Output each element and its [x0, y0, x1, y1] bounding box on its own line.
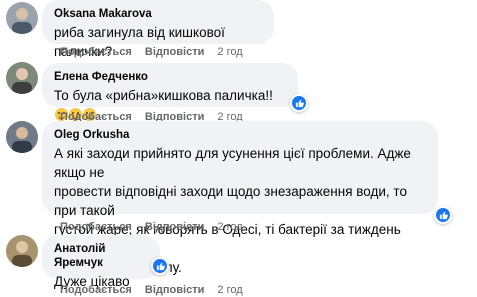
avatar[interactable]: [6, 62, 38, 94]
avatar-image: [6, 235, 38, 267]
comment-timestamp[interactable]: 2 год: [217, 46, 242, 58]
comment-author[interactable]: Анатолій Яремчук: [54, 242, 148, 270]
comment-bubble: Oksana Makarova риба загинула від кишков…: [42, 0, 274, 59]
like-reaction-icon: [153, 259, 167, 273]
comment-timestamp[interactable]: 2 год: [217, 221, 242, 233]
comment-text-line: провести відповідні заходи щодо знезараж…: [54, 184, 407, 218]
like-reaction-icon: [436, 208, 450, 222]
avatar-image: [6, 2, 38, 34]
like-button[interactable]: Подобається: [60, 221, 132, 233]
like-button[interactable]: Подобається: [60, 46, 132, 58]
reply-button[interactable]: Відповісти: [145, 46, 204, 58]
like-reaction-icon: [292, 96, 306, 110]
reaction-badge[interactable]: [290, 94, 308, 112]
comment-author[interactable]: Oksana Makarova: [54, 7, 262, 21]
comment-actions: Подобається Відповісти 2 год: [60, 283, 243, 297]
like-button[interactable]: Подобається: [60, 284, 132, 296]
comment-bubble: Елена Федченко То була «рибна»кишкова па…: [42, 63, 298, 121]
comment-author[interactable]: Елена Федченко: [54, 70, 286, 84]
comment-bubble: Анатолій Яремчук Дуже цікаво: [42, 235, 160, 289]
avatar-image: [6, 121, 38, 153]
comment-actions: Подобається Відповісти 2 год: [60, 220, 243, 234]
reply-button[interactable]: Відповісти: [145, 284, 204, 296]
reaction-badge[interactable]: [434, 206, 452, 224]
avatar[interactable]: [6, 2, 38, 34]
comment-bubble: Oleg Orkusha А які заходи прийнято для у…: [42, 121, 438, 275]
avatar-image: [6, 62, 38, 94]
comment-text-content: То була «рибна»кишкова паличка!!: [54, 88, 273, 103]
reply-button[interactable]: Відповісти: [145, 221, 204, 233]
avatar[interactable]: [6, 121, 38, 153]
comment-timestamp[interactable]: 2 год: [217, 284, 242, 296]
reaction-badge[interactable]: [151, 257, 169, 275]
comment-author[interactable]: Oleg Orkusha: [54, 128, 426, 142]
avatar[interactable]: [6, 235, 38, 267]
comment-text-line: А які заходи прийнято для усунення цієї …: [54, 146, 411, 180]
comment-actions: Подобається Відповісти 2 год: [60, 45, 243, 59]
